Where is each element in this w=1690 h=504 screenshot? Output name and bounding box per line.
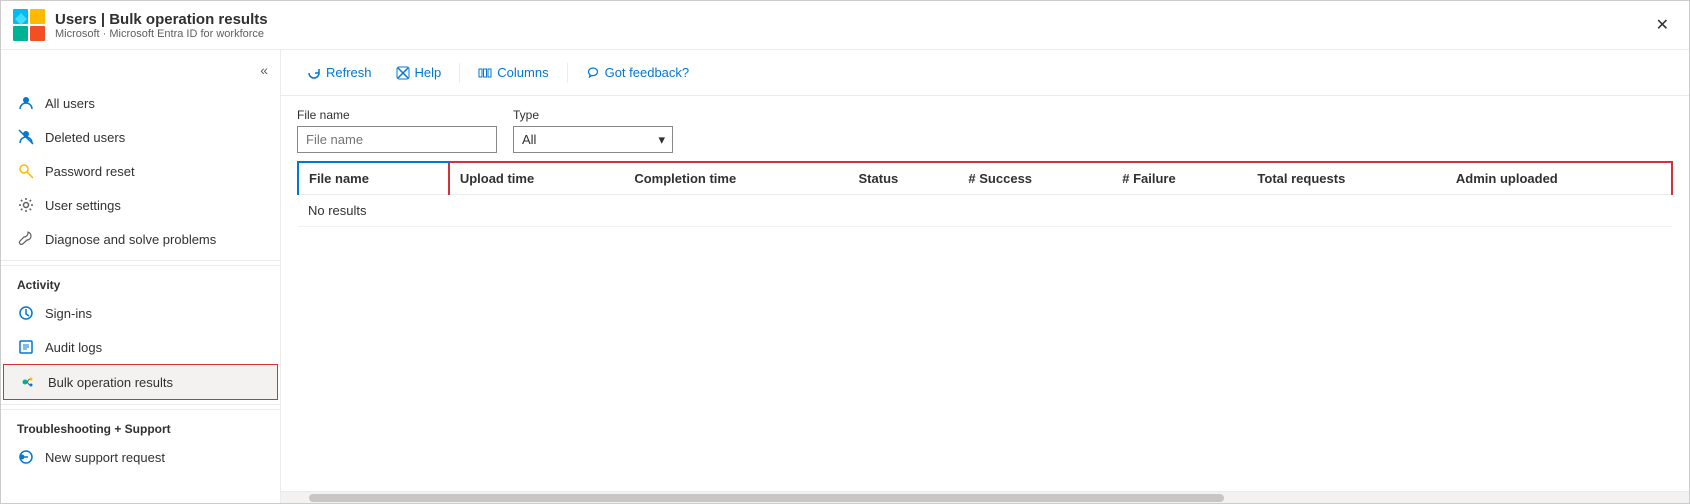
refresh-icon (307, 66, 321, 80)
toolbar: Refresh Help Columns (281, 50, 1689, 96)
collapse-icon[interactable]: « (260, 62, 268, 78)
refresh-label: Refresh (326, 65, 372, 80)
bulk-icon (20, 373, 38, 391)
sidebar-collapse[interactable]: « (1, 58, 280, 86)
sidebar-item-diagnose[interactable]: Diagnose and solve problems (1, 222, 280, 256)
wrench-icon (17, 230, 35, 248)
feedback-icon (586, 66, 600, 80)
data-table: File name Upload time Completion time St… (297, 161, 1673, 227)
help-icon (396, 66, 410, 80)
sidebar-item-label: Sign-ins (45, 306, 92, 321)
col-status: Status (849, 162, 959, 195)
key-icon (17, 162, 35, 180)
titlebar-left: Users | Bulk operation results Microsoft… (13, 9, 268, 41)
type-select-wrapper: All Import Export ▾ (513, 126, 673, 153)
table-container: File name Upload time Completion time St… (281, 161, 1689, 491)
log-icon (17, 338, 35, 356)
sidebar-divider-support (1, 404, 280, 405)
col-total-requests: Total requests (1247, 162, 1446, 195)
sidebar-item-label: Deleted users (45, 130, 125, 145)
sidebar-item-deleted-users[interactable]: Deleted users (1, 120, 280, 154)
sidebar: « All users Deleted users (1, 50, 281, 503)
sidebar-item-label: Audit logs (45, 340, 102, 355)
sidebar-item-label: User settings (45, 198, 121, 213)
columns-label: Columns (497, 65, 548, 80)
sidebar-divider-activity (1, 260, 280, 261)
filter-row: File name Type All Import Export ▾ (281, 96, 1689, 161)
sidebar-item-label: Password reset (45, 164, 135, 179)
table-row-no-results: No results (298, 195, 1672, 227)
table-body: No results (298, 195, 1672, 227)
user-icon (17, 94, 35, 112)
support-icon (17, 448, 35, 466)
filename-label: File name (297, 108, 497, 122)
user-deleted-icon (17, 128, 35, 146)
page-title: Users | Bulk operation results (55, 11, 268, 28)
help-button[interactable]: Help (386, 60, 452, 85)
toolbar-divider-2 (567, 63, 568, 83)
sidebar-item-sign-ins[interactable]: Sign-ins (1, 296, 280, 330)
sidebar-item-label: New support request (45, 450, 165, 465)
page-subtitle: Microsoft · Microsoft Entra ID for workf… (55, 28, 268, 40)
type-select[interactable]: All Import Export (513, 126, 673, 153)
toolbar-divider-1 (459, 63, 460, 83)
gear-icon (17, 196, 35, 214)
sidebar-item-label: Diagnose and solve problems (45, 232, 216, 247)
close-button[interactable]: ✕ (1648, 11, 1677, 39)
table-header-row: File name Upload time Completion time St… (298, 162, 1672, 195)
horizontal-scrollbar[interactable] (281, 491, 1689, 503)
no-results-text: No results (298, 195, 1672, 227)
activity-section-label: Activity (1, 265, 280, 296)
col-failure: # Failure (1112, 162, 1247, 195)
sidebar-item-label: All users (45, 96, 95, 111)
col-completion-time: Completion time (624, 162, 848, 195)
signin-icon (17, 304, 35, 322)
sidebar-item-audit-logs[interactable]: Audit logs (1, 330, 280, 364)
feedback-label: Got feedback? (605, 65, 690, 80)
sidebar-item-new-support-request[interactable]: New support request (1, 440, 280, 474)
content-area: Refresh Help Columns (281, 50, 1689, 503)
scrollbar-thumb[interactable] (309, 494, 1224, 502)
type-label: Type (513, 108, 673, 122)
filename-input[interactable] (297, 126, 497, 153)
sidebar-item-label: Bulk operation results (48, 375, 173, 390)
col-success: # Success (958, 162, 1112, 195)
col-admin-uploaded: Admin uploaded (1446, 162, 1672, 195)
col-file-name: File name (298, 162, 449, 195)
sidebar-item-password-reset[interactable]: Password reset (1, 154, 280, 188)
sidebar-item-bulk-operation-results[interactable]: Bulk operation results (3, 364, 278, 400)
main-layout: « All users Deleted users (1, 50, 1689, 503)
title-text: Users | Bulk operation results Microsoft… (55, 11, 268, 40)
help-label: Help (415, 65, 442, 80)
sidebar-item-all-users[interactable]: All users (1, 86, 280, 120)
app-logo (13, 9, 45, 41)
feedback-button[interactable]: Got feedback? (576, 60, 700, 85)
type-filter-group: Type All Import Export ▾ (513, 108, 673, 153)
filename-filter-group: File name (297, 108, 497, 153)
sidebar-item-user-settings[interactable]: User settings (1, 188, 280, 222)
columns-icon (478, 66, 492, 80)
table-header: File name Upload time Completion time St… (298, 162, 1672, 195)
troubleshooting-section-label: Troubleshooting + Support (1, 409, 280, 440)
columns-button[interactable]: Columns (468, 60, 558, 85)
titlebar: Users | Bulk operation results Microsoft… (1, 1, 1689, 50)
refresh-button[interactable]: Refresh (297, 60, 382, 85)
col-upload-time: Upload time (449, 162, 625, 195)
